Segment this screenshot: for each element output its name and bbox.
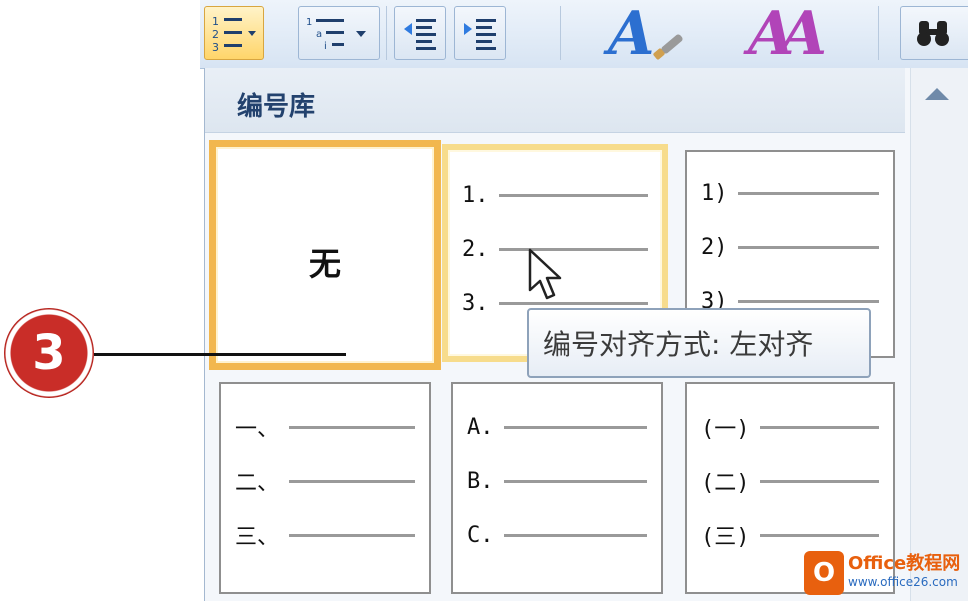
tooltip-text: 编号对齐方式: 左对齐 <box>543 328 814 361</box>
increase-indent-icon <box>464 19 496 50</box>
watermark-url: www.office26.com <box>848 575 958 589</box>
gallery-header: 编号库 <box>205 68 905 133</box>
list-item: (三) <box>701 520 879 550</box>
find-button[interactable] <box>900 6 968 60</box>
svg-text:i: i <box>324 41 327 52</box>
svg-text:2: 2 <box>212 28 219 41</box>
multilevel-list-icon: 1 a i <box>306 17 366 52</box>
list-item: B. <box>467 466 647 496</box>
watermark-brand: Office教程网 <box>848 553 961 574</box>
numbering-button[interactable]: 1 2 3 <box>204 6 264 60</box>
scroll-up-arrow-icon[interactable] <box>925 88 949 100</box>
svg-text:a: a <box>316 29 322 40</box>
list-item: 2) <box>701 232 879 262</box>
list-item: 三、 <box>235 520 415 550</box>
list-item: A. <box>467 412 647 442</box>
list-item: 1) <box>701 178 879 208</box>
option-none-label: 无 <box>308 245 341 283</box>
list-item: (一) <box>701 412 879 442</box>
watermark: O Office教程网 www.office26.com <box>804 548 968 598</box>
binoculars-icon <box>917 21 949 46</box>
step-number-badge: 3 <box>4 308 94 398</box>
svg-text:3: 3 <box>212 41 219 54</box>
list-item: (二) <box>701 466 879 496</box>
decrease-indent-button[interactable] <box>394 6 446 60</box>
list-item: 1. <box>462 180 648 210</box>
callout-line <box>94 353 346 356</box>
svg-text:1: 1 <box>306 17 312 28</box>
numbering-option-letter-dot[interactable]: A. B. C. <box>451 382 663 594</box>
list-item: 二、 <box>235 466 415 496</box>
tooltip: 编号对齐方式: 左对齐 <box>527 308 871 378</box>
numbering-option-chinese-comma[interactable]: 一、 二、 三、 <box>219 382 431 594</box>
change-styles-button[interactable]: AA <box>748 2 827 66</box>
list-item: C. <box>467 520 647 550</box>
office-logo-icon: O <box>804 551 844 595</box>
multilevel-list-button[interactable]: 1 a i <box>298 6 380 60</box>
gallery-scrollbar[interactable] <box>910 68 968 601</box>
decrease-indent-icon <box>404 19 436 50</box>
gallery-title: 编号库 <box>237 92 316 122</box>
list-item: 一、 <box>235 412 415 442</box>
svg-text:1: 1 <box>212 15 219 28</box>
increase-indent-button[interactable] <box>454 6 506 60</box>
mouse-cursor-icon <box>528 248 562 300</box>
ribbon-toolbar: 1 2 3 1 a i A AA <box>200 0 968 69</box>
numbering-option-none[interactable]: 无 <box>209 140 441 370</box>
text-style-button[interactable]: A <box>608 2 655 66</box>
numbering-list-icon: 1 2 3 <box>212 15 256 54</box>
brush-icon <box>653 34 683 60</box>
